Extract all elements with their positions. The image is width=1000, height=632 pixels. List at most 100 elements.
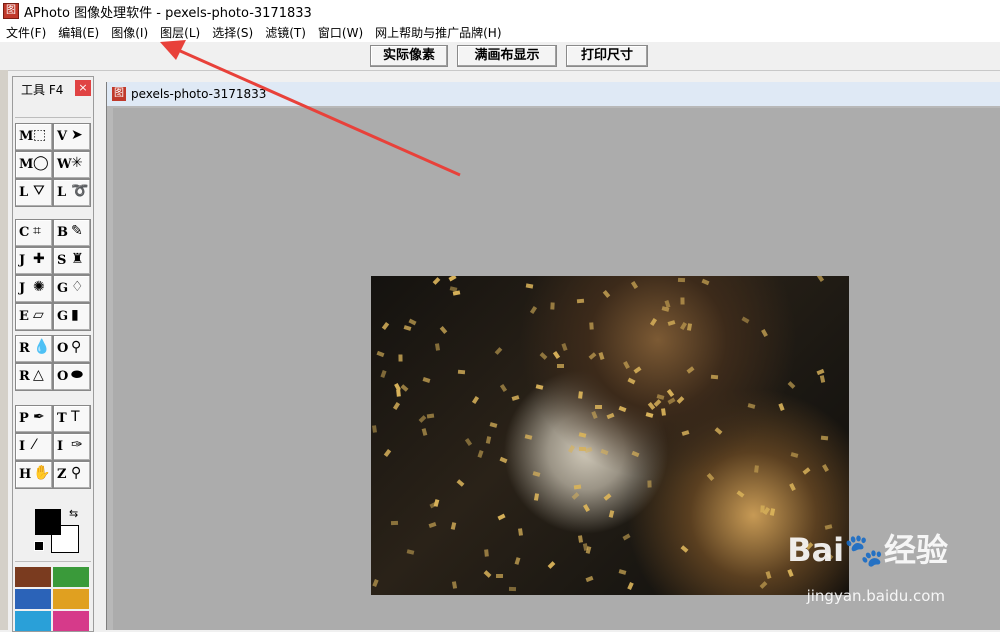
promo-tile-3[interactable] — [15, 589, 51, 609]
tool-button[interactable]: Z ⚲ — [53, 461, 91, 489]
confetti-piece — [653, 399, 662, 407]
confetti-piece — [686, 366, 695, 374]
confetti-piece — [761, 328, 768, 338]
confetti-piece — [710, 374, 719, 380]
confetti-piece — [571, 492, 580, 500]
confetti-piece — [623, 360, 630, 370]
menu-file[interactable]: 文件(F) — [0, 24, 52, 41]
confetti-piece — [533, 493, 540, 501]
confetti-piece — [448, 276, 457, 282]
confetti-piece — [547, 561, 556, 569]
confetti-piece — [736, 490, 745, 498]
menu-filter[interactable]: 滤镜(T) — [259, 24, 312, 41]
fit-canvas-button[interactable]: 满画布显示 — [457, 45, 557, 67]
tool-button[interactable]: H ✋ — [15, 461, 53, 489]
confetti-piece — [450, 522, 457, 530]
tool-button[interactable]: J ✚ — [15, 247, 53, 275]
tool-button[interactable]: TT — [53, 405, 91, 433]
confetti-piece — [422, 377, 431, 383]
confetti-piece — [681, 430, 690, 436]
tool-shortcut-key: E — [19, 309, 29, 324]
tool-button[interactable]: I ⁄ — [15, 433, 53, 461]
promo-tile-4[interactable] — [53, 589, 89, 609]
confetti-piece — [499, 383, 508, 393]
actual-pixels-button[interactable]: 实际像素 — [370, 45, 448, 67]
close-icon[interactable]: × — [75, 80, 91, 96]
tool-shortcut-key: T — [57, 411, 67, 426]
promo-tile-6[interactable] — [53, 611, 89, 631]
tools-panel-header: 工具 F4 × — [13, 77, 93, 99]
confetti-piece — [603, 493, 612, 501]
confetti-piece — [390, 520, 399, 526]
tool-button[interactable]: O ⚲ — [53, 335, 91, 363]
menu-image[interactable]: 图像(I) — [105, 24, 154, 41]
tool-shortcut-key: M — [19, 157, 34, 172]
tool-button[interactable]: S ♜ — [53, 247, 91, 275]
tool-button[interactable]: M ⬚ — [15, 123, 53, 151]
confetti-piece — [508, 586, 517, 592]
photo-image[interactable] — [371, 276, 849, 595]
tool-button[interactable]: G ♢ — [53, 275, 91, 303]
tool-button[interactable]: J ✺ — [15, 275, 53, 303]
zoom-icon: ⚲ — [71, 465, 82, 481]
confetti-piece — [677, 277, 686, 283]
divider — [15, 117, 91, 118]
confetti-piece — [741, 316, 750, 324]
print-size-button[interactable]: 打印尺寸 — [566, 45, 648, 67]
confetti-piece — [680, 545, 689, 553]
confetti-piece — [561, 343, 568, 351]
swap-colors-icon[interactable]: ⇆ — [69, 507, 78, 520]
tool-button[interactable]: R 💧 — [15, 335, 53, 363]
menu-window[interactable]: 窗口(W) — [312, 24, 369, 41]
tools-panel-title: 工具 F4 — [21, 83, 64, 97]
confetti-piece — [383, 449, 392, 457]
promo-tile-5[interactable] — [15, 611, 51, 631]
tool-button[interactable]: G ▮ — [53, 303, 91, 331]
menu-layer[interactable]: 图层(L) — [154, 24, 206, 41]
confetti-piece — [589, 322, 594, 330]
confetti-piece — [483, 570, 492, 578]
confetti-piece — [627, 377, 636, 385]
confetti-piece — [701, 278, 710, 286]
promo-tile-2[interactable] — [53, 567, 89, 587]
tool-button[interactable]: C ⌗ — [15, 219, 53, 247]
tool-button[interactable]: M ◯ — [15, 151, 53, 179]
menu-help[interactable]: 网上帮助与推广品牌(H) — [369, 24, 507, 41]
confetti-piece — [456, 479, 465, 487]
tool-button[interactable]: R △ — [15, 363, 53, 391]
confetti-piece — [608, 510, 615, 518]
crop-icon: ⌗ — [33, 223, 41, 239]
tool-button[interactable]: W ✳ — [53, 151, 91, 179]
tool-button[interactable]: O ⬬ — [53, 363, 91, 391]
confetti-piece — [434, 343, 441, 351]
spot-heal-icon: ✺ — [33, 279, 45, 295]
tool-button[interactable]: E ▱ — [15, 303, 53, 331]
tool-button[interactable]: L ➰ — [53, 179, 91, 207]
confetti-piece — [647, 480, 652, 488]
confetti-piece — [535, 384, 544, 390]
tool-button[interactable]: L ⛛ — [15, 179, 53, 207]
sponge-icon: ⬬ — [71, 367, 83, 383]
poly-lasso-icon: ⛛ — [33, 183, 45, 199]
confetti-piece — [403, 325, 412, 331]
promo-tile-1[interactable] — [15, 567, 51, 587]
default-colors-icon[interactable] — [34, 541, 44, 551]
tool-button[interactable]: V ➤ — [53, 123, 91, 151]
confetti-piece — [499, 456, 508, 464]
tool-button[interactable]: P ✒ — [15, 405, 53, 433]
tool-button[interactable]: B ✎ — [53, 219, 91, 247]
confetti-piece — [406, 549, 415, 555]
confetti-piece — [666, 389, 675, 397]
foreground-color-swatch[interactable] — [35, 509, 61, 535]
confetti-piece — [485, 436, 492, 444]
tools-panel: 工具 F4 × M ⬚ V ➤ M ◯ W ✳ L ⛛ L ➰ C ⌗ B ✎ J ✚ S ♜ J ✺ G ♢ E ▱ G ▮ R 💧 O ⚲… — [12, 76, 94, 632]
tool-button[interactable]: I ✑ — [53, 433, 91, 461]
menu-select[interactable]: 选择(S) — [206, 24, 259, 41]
confetti-piece — [582, 543, 589, 551]
view-toolbar: 实际像素 满画布显示 打印尺寸 — [0, 42, 1000, 71]
confetti-piece — [618, 405, 627, 413]
document-titlebar[interactable]: 图 pexels-photo-3171833 — [107, 82, 1000, 106]
confetti-piece — [747, 403, 756, 409]
tool-shortcut-key: I — [57, 439, 64, 454]
menu-edit[interactable]: 编辑(E) — [52, 24, 105, 41]
